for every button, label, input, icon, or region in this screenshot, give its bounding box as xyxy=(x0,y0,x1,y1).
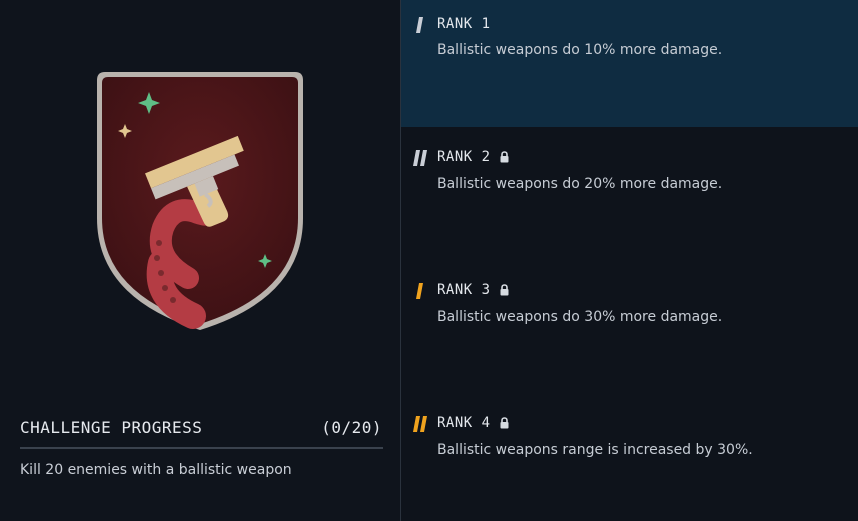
lock-icon xyxy=(500,151,509,163)
tier-4-icon xyxy=(413,416,427,432)
challenge-progress-title: CHALLENGE PROGRESS xyxy=(20,417,203,437)
ballistic-skill-badge-icon xyxy=(97,72,303,330)
challenge-description: Kill 20 enemies with a ballistic weapon xyxy=(20,462,292,478)
rank-item-1[interactable]: RANK 1 Ballistic weapons do 10% more dam… xyxy=(401,0,858,127)
rank-item-3[interactable]: RANK 3 Ballistic weapons do 30% more dam… xyxy=(401,260,858,393)
lock-icon xyxy=(500,417,509,429)
challenge-progress-header: CHALLENGE PROGRESS (0/20) xyxy=(20,416,382,438)
rank-label: RANK 1 xyxy=(437,16,491,32)
tier-2-icon xyxy=(413,150,427,166)
rank-description: Ballistic weapons do 10% more damage. xyxy=(437,42,723,58)
skill-detail-panel: CHALLENGE PROGRESS (0/20) Kill 20 enemie… xyxy=(0,0,858,521)
rank-label: RANK 3 xyxy=(437,282,491,298)
rank-description: Ballistic weapons range is increased by … xyxy=(437,442,753,458)
rank-description: Ballistic weapons do 30% more damage. xyxy=(437,309,723,325)
challenge-progress-count: (0/20) xyxy=(321,417,382,437)
skill-badge-panel: CHALLENGE PROGRESS (0/20) Kill 20 enemie… xyxy=(0,0,400,521)
rank-list: RANK 1 Ballistic weapons do 10% more dam… xyxy=(401,0,858,521)
tier-1-icon xyxy=(416,17,423,33)
rank-label: RANK 4 xyxy=(437,415,491,431)
progress-divider xyxy=(20,447,383,449)
rank-item-2[interactable]: RANK 2 Ballistic weapons do 20% more dam… xyxy=(401,127,858,260)
rank-label: RANK 2 xyxy=(437,149,491,165)
rank-item-4[interactable]: RANK 4 Ballistic weapons range is increa… xyxy=(401,393,858,521)
tier-3-icon xyxy=(416,283,423,299)
lock-icon xyxy=(500,284,509,296)
rank-description: Ballistic weapons do 20% more damage. xyxy=(437,176,723,192)
